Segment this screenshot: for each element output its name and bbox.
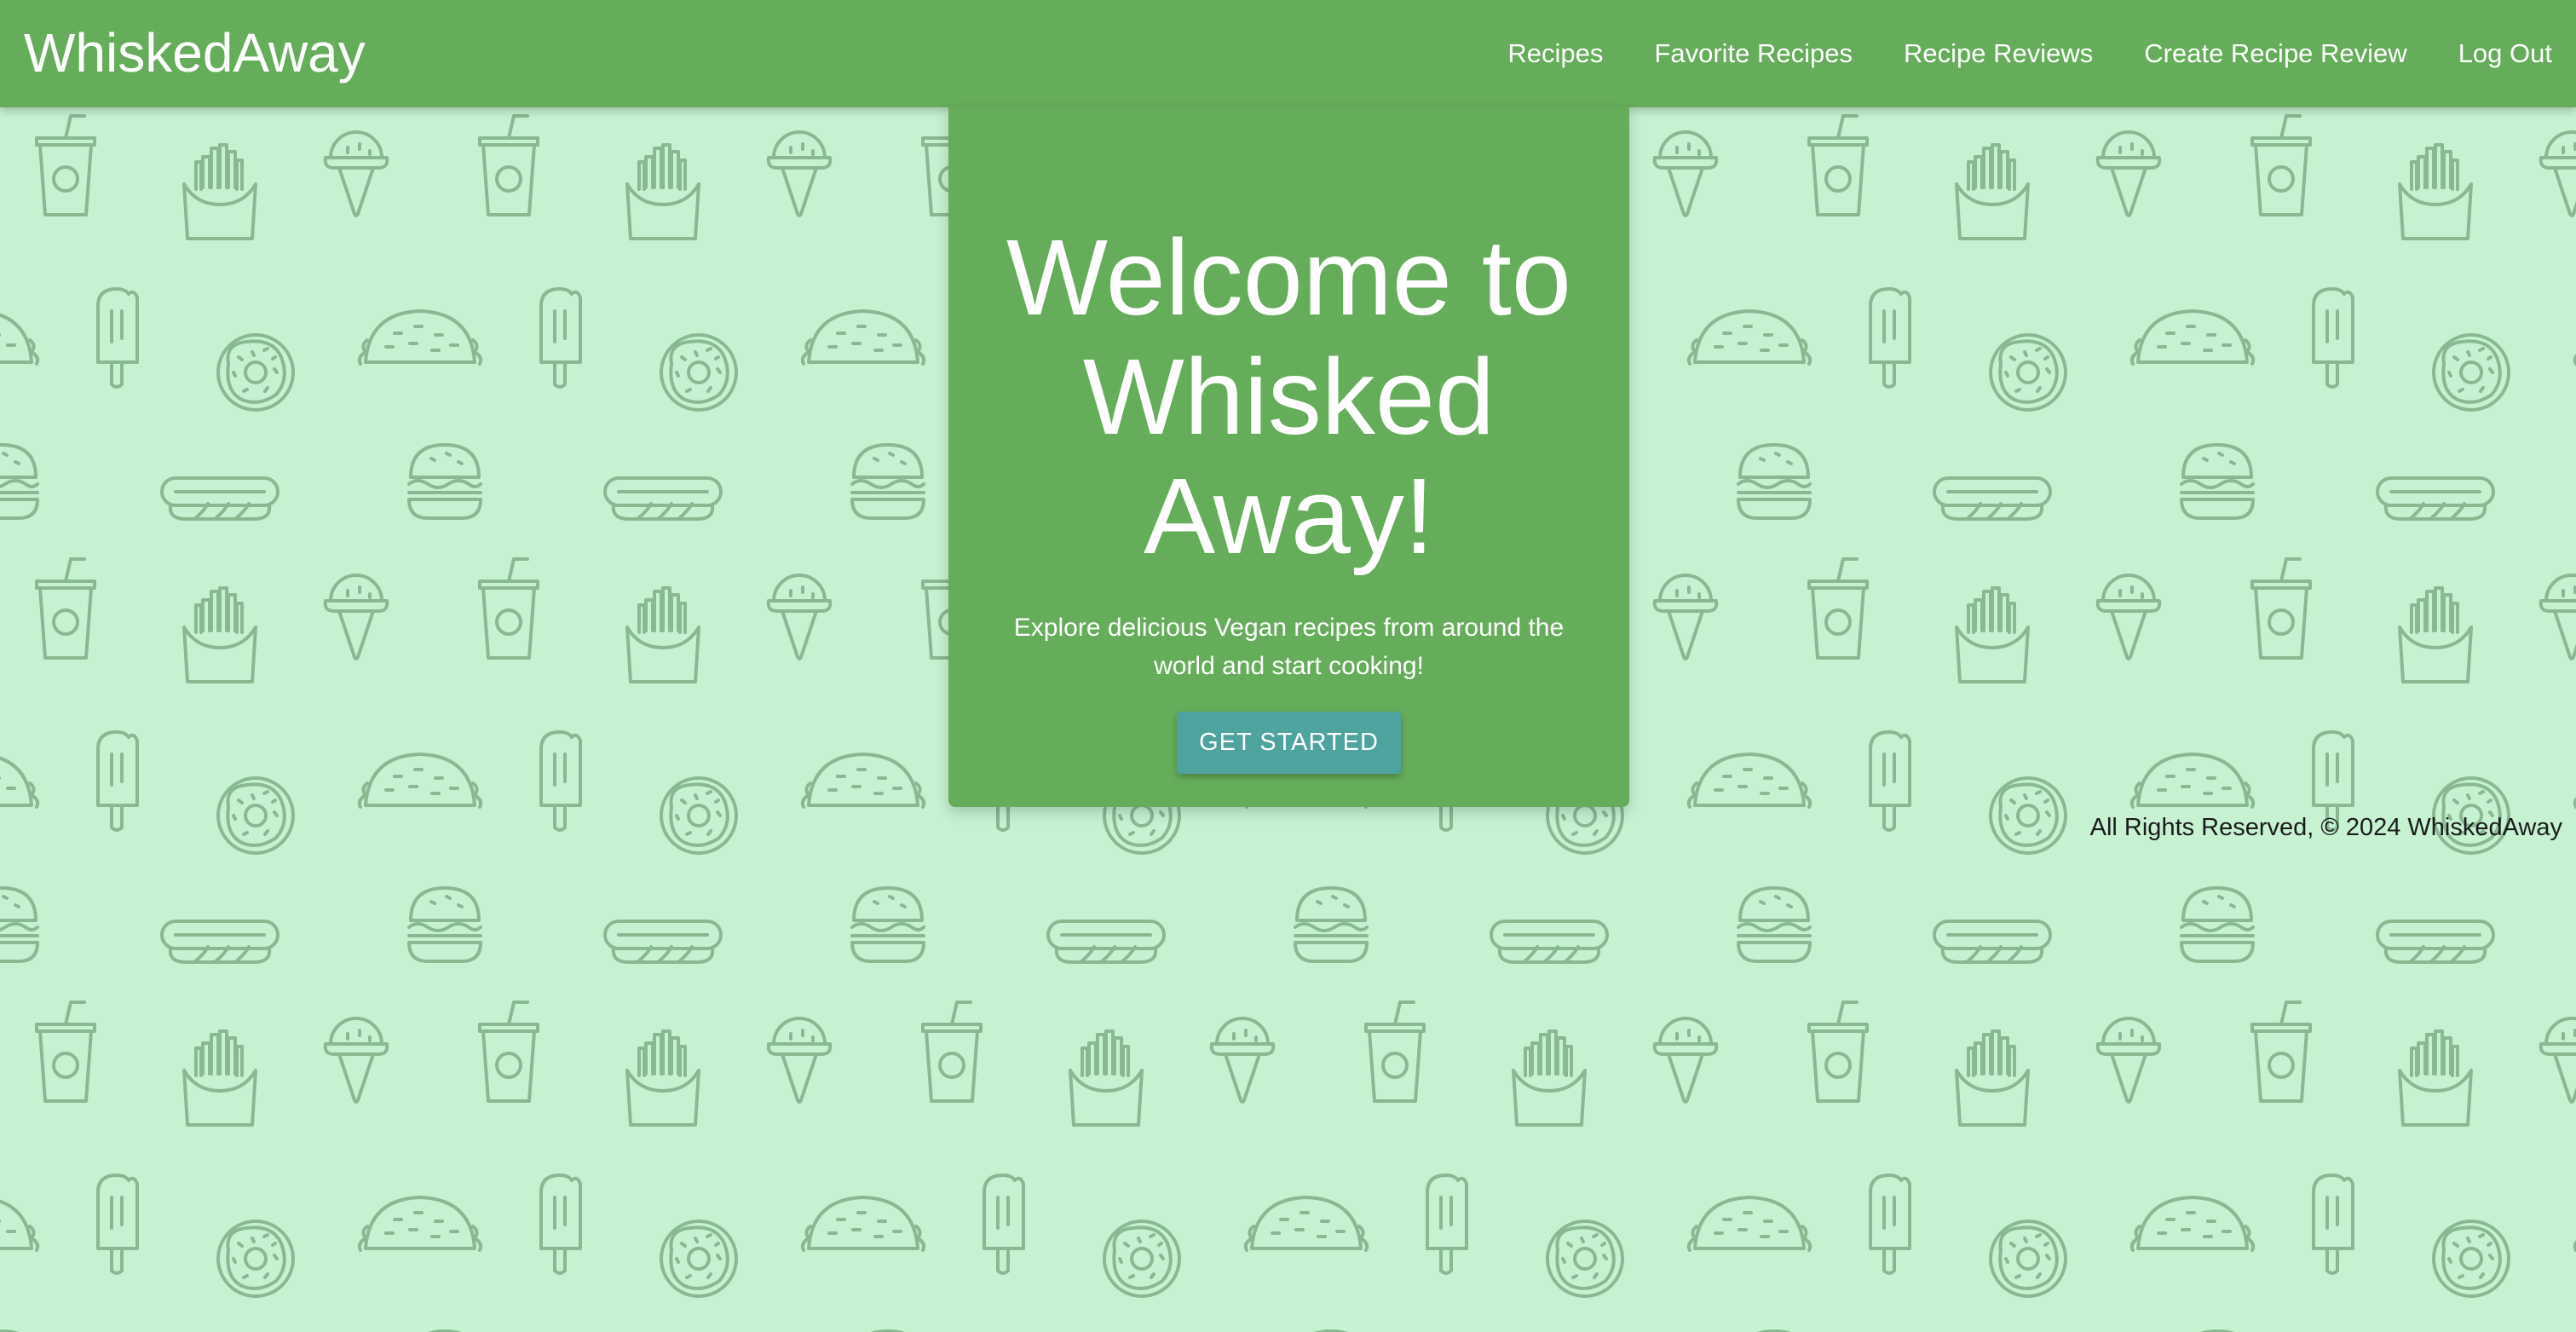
footer-copyright: All Rights Reserved, © 2024 WhiskedAway [2089, 814, 2562, 841]
nav-link-recipe-reviews[interactable]: Recipe Reviews [1878, 37, 2118, 71]
welcome-hero-card: Welcome to Whisked Away! Explore delicio… [948, 107, 1629, 807]
nav-link-log-out[interactable]: Log Out [2433, 37, 2562, 71]
brand-logo[interactable]: WhiskedAway [24, 19, 366, 87]
nav-link-favorite-recipes[interactable]: Favorite Recipes [1628, 37, 1878, 71]
nav-link-create-recipe-review[interactable]: Create Recipe Review [2118, 37, 2432, 71]
hero-title: Welcome to Whisked Away! [1006, 217, 1571, 576]
hero-subtitle: Explore delicious Vegan recipes from aro… [1013, 614, 1565, 680]
get-started-button[interactable]: GET STARTED [1177, 712, 1401, 774]
nav-links: Recipes Favorite Recipes Recipe Reviews … [1482, 0, 2562, 107]
nav-link-recipes[interactable]: Recipes [1482, 37, 1628, 71]
top-navbar: WhiskedAway Recipes Favorite Recipes Rec… [0, 0, 2576, 107]
